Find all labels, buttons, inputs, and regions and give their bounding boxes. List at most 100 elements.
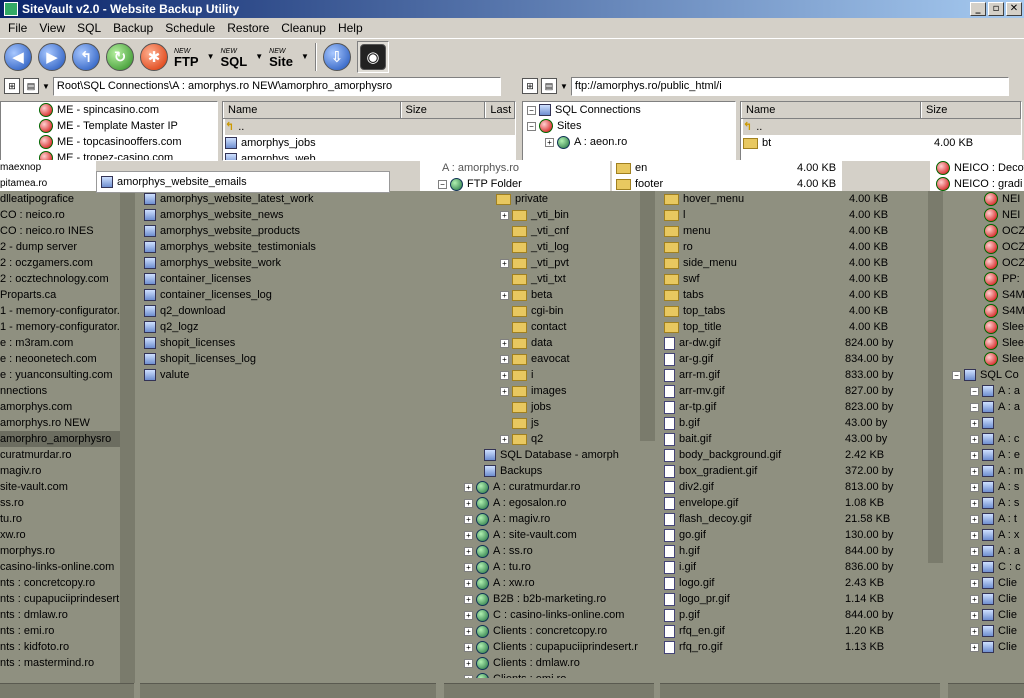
table-row[interactable]: amorphys_website_products (144, 223, 438, 239)
ftp-tree-item[interactable]: + _vti_bin (444, 207, 640, 223)
tree-item[interactable]: + Clie (952, 591, 1024, 607)
tree-item[interactable]: + Clie (952, 623, 1024, 639)
ftp-tree-item[interactable]: + A : curatmurdar.ro (444, 479, 640, 495)
ftp-tree-item[interactable]: + Clients : cupapuciiprindesert.r (444, 639, 640, 655)
expand-icon[interactable]: − (970, 402, 979, 412)
ftp-tree-item[interactable]: + A : ss.ro (444, 543, 640, 559)
view-dropdown-icon[interactable]: ▼ (42, 82, 50, 91)
tree-item[interactable]: PP: (984, 271, 1024, 287)
expand-icon[interactable]: + (464, 546, 473, 556)
left-path-input[interactable]: Root\SQL Connections\A : amorphys.ro NEW… (52, 76, 501, 96)
expand-icon[interactable]: + (970, 610, 979, 620)
tree-item[interactable]: − SQL Co (952, 367, 1024, 383)
expand-icon[interactable]: + (464, 498, 473, 508)
menu-cleanup[interactable]: Cleanup (275, 19, 332, 37)
expand-icon[interactable]: + (464, 578, 473, 588)
table-row[interactable]: q2_logz (144, 319, 438, 335)
tree-item[interactable]: e : yuanconsulting.com (0, 367, 120, 383)
file-row[interactable]: swf 4.00 KB (664, 271, 928, 287)
expand-icon[interactable]: + (500, 370, 509, 380)
tree-item[interactable]: + A : s (952, 479, 1024, 495)
file-row[interactable]: rfq_en.gif 1.20 KB (664, 623, 928, 639)
ftp-tree-item[interactable]: Backups (444, 463, 640, 479)
tree-item[interactable]: NEI (984, 191, 1024, 207)
remote-view-dropdown-icon[interactable]: ▼ (560, 82, 568, 91)
tree-item[interactable]: + A : a (952, 543, 1024, 559)
file-row[interactable]: footer 4.00 KB (612, 176, 842, 191)
parent-folder-row[interactable]: ↰.. (743, 119, 1021, 135)
ftp-tree-item[interactable]: cgi-bin (444, 303, 640, 319)
table-row[interactable]: container_licenses (144, 271, 438, 287)
tree-item[interactable]: + A : aeon.ro (527, 134, 735, 150)
collapse-icon[interactable]: − (438, 179, 447, 189)
tree-item-sites[interactable]: − Sites (527, 118, 735, 134)
tree-item[interactable]: + C : c (952, 559, 1024, 575)
menu-file[interactable]: File (2, 19, 33, 37)
tree-item[interactable]: + Clie (952, 607, 1024, 623)
ftp-tree-item[interactable]: SQL Database - amorph (444, 447, 640, 463)
tree-item[interactable]: + Clie (952, 639, 1024, 655)
file-row[interactable]: box_gradient.gif 372.00 by (664, 463, 928, 479)
expand-icon[interactable]: + (464, 514, 473, 524)
tree-item[interactable]: + A : t (952, 511, 1024, 527)
tree-item[interactable]: Slee (984, 335, 1024, 351)
expand-icon[interactable]: + (970, 498, 979, 508)
up-button[interactable]: ↰ (72, 42, 100, 71)
tree-item[interactable]: + Clie (952, 575, 1024, 591)
tree-item[interactable]: curatmurdar.ro (0, 447, 120, 463)
menu-backup[interactable]: Backup (107, 19, 159, 37)
tree-item[interactable]: dlleatipografice (0, 191, 120, 207)
tree-item[interactable]: ME - Template Master IP (39, 118, 217, 134)
collapse-icon[interactable]: − (527, 121, 536, 131)
file-row[interactable]: rfq_ro.gif 1.13 KB (664, 639, 928, 655)
tree-item-sql-connections[interactable]: − SQL Connections (527, 102, 735, 118)
expand-icon[interactable]: + (464, 626, 473, 636)
ftp-tree-item[interactable]: + i (444, 367, 640, 383)
maximize-button[interactable]: ▫ (988, 2, 1004, 16)
file-row[interactable]: top_title 4.00 KB (664, 319, 928, 335)
ftp-tree-item[interactable]: _vti_txt (444, 271, 640, 287)
tree-item[interactable]: casino-links-online.com (0, 559, 120, 575)
ftp-tree-item[interactable]: jobs (444, 399, 640, 415)
ftp-tree-item[interactable]: + eavocat (444, 351, 640, 367)
tree-item[interactable]: 1 - memory-configurator.c (0, 319, 120, 335)
expand-icon[interactable]: + (464, 658, 473, 668)
table-row[interactable]: amorphys_jobs (225, 135, 515, 151)
expand-icon[interactable]: + (970, 530, 979, 540)
tree-item[interactable]: Slee (984, 319, 1024, 335)
expand-icon[interactable]: + (970, 562, 979, 572)
ftp-tree-item[interactable]: + Clients : emi.ro (444, 671, 640, 678)
view-mode-icon[interactable]: ▤ (23, 78, 39, 94)
file-row[interactable]: ar-g.gif 834.00 by (664, 351, 928, 367)
tree-item[interactable]: + A : s (952, 495, 1024, 511)
menu-sql[interactable]: SQL (71, 19, 107, 37)
tree-item[interactable]: CO : neico.ro INES (0, 223, 120, 239)
right-horizontal-scrollbar[interactable] (948, 683, 1024, 698)
remote-column-size-header[interactable]: Size (921, 102, 1021, 118)
left-horizontal-scrollbar[interactable] (0, 683, 134, 698)
expand-icon[interactable]: + (464, 594, 473, 604)
new-sql-dropdown-icon[interactable]: ▼ (255, 52, 263, 61)
remote-view-mode-icon[interactable]: ▤ (541, 78, 557, 94)
tree-item[interactable]: tu.ro (0, 511, 120, 527)
right-path-input[interactable]: ftp://amorphys.ro/public_html/i (570, 76, 1009, 96)
tree-item[interactable]: ME - spincasino.com (39, 102, 217, 118)
tree-item[interactable]: nts : cupapuciiprindesert. (0, 591, 120, 607)
file-row[interactable]: p.gif 844.00 by (664, 607, 928, 623)
tree-item[interactable]: e : m3ram.com (0, 335, 120, 351)
table-row[interactable]: amorphys_website_news (144, 207, 438, 223)
file-row[interactable]: i.gif 836.00 by (664, 559, 928, 575)
tree-item[interactable]: − A : a (952, 383, 1024, 399)
tree-item[interactable]: site-vault.com (0, 479, 120, 495)
expand-icon[interactable]: + (970, 594, 979, 604)
tree-item[interactable]: 2 : oczgamers.com (0, 255, 120, 271)
file-row[interactable]: b.gif 43.00 by (664, 415, 928, 431)
file-row[interactable]: l 4.00 KB (664, 207, 928, 223)
ftp-tree-item[interactable]: + A : magiv.ro (444, 511, 640, 527)
new-ftp-dropdown-icon[interactable]: ▼ (207, 52, 215, 61)
file-row[interactable]: ro 4.00 KB (664, 239, 928, 255)
new-site-dropdown-icon[interactable]: ▼ (301, 52, 309, 61)
ftp-tree-item[interactable]: + A : tu.ro (444, 559, 640, 575)
column-last-header[interactable]: Last (485, 102, 515, 118)
menu-schedule[interactable]: Schedule (159, 19, 221, 37)
